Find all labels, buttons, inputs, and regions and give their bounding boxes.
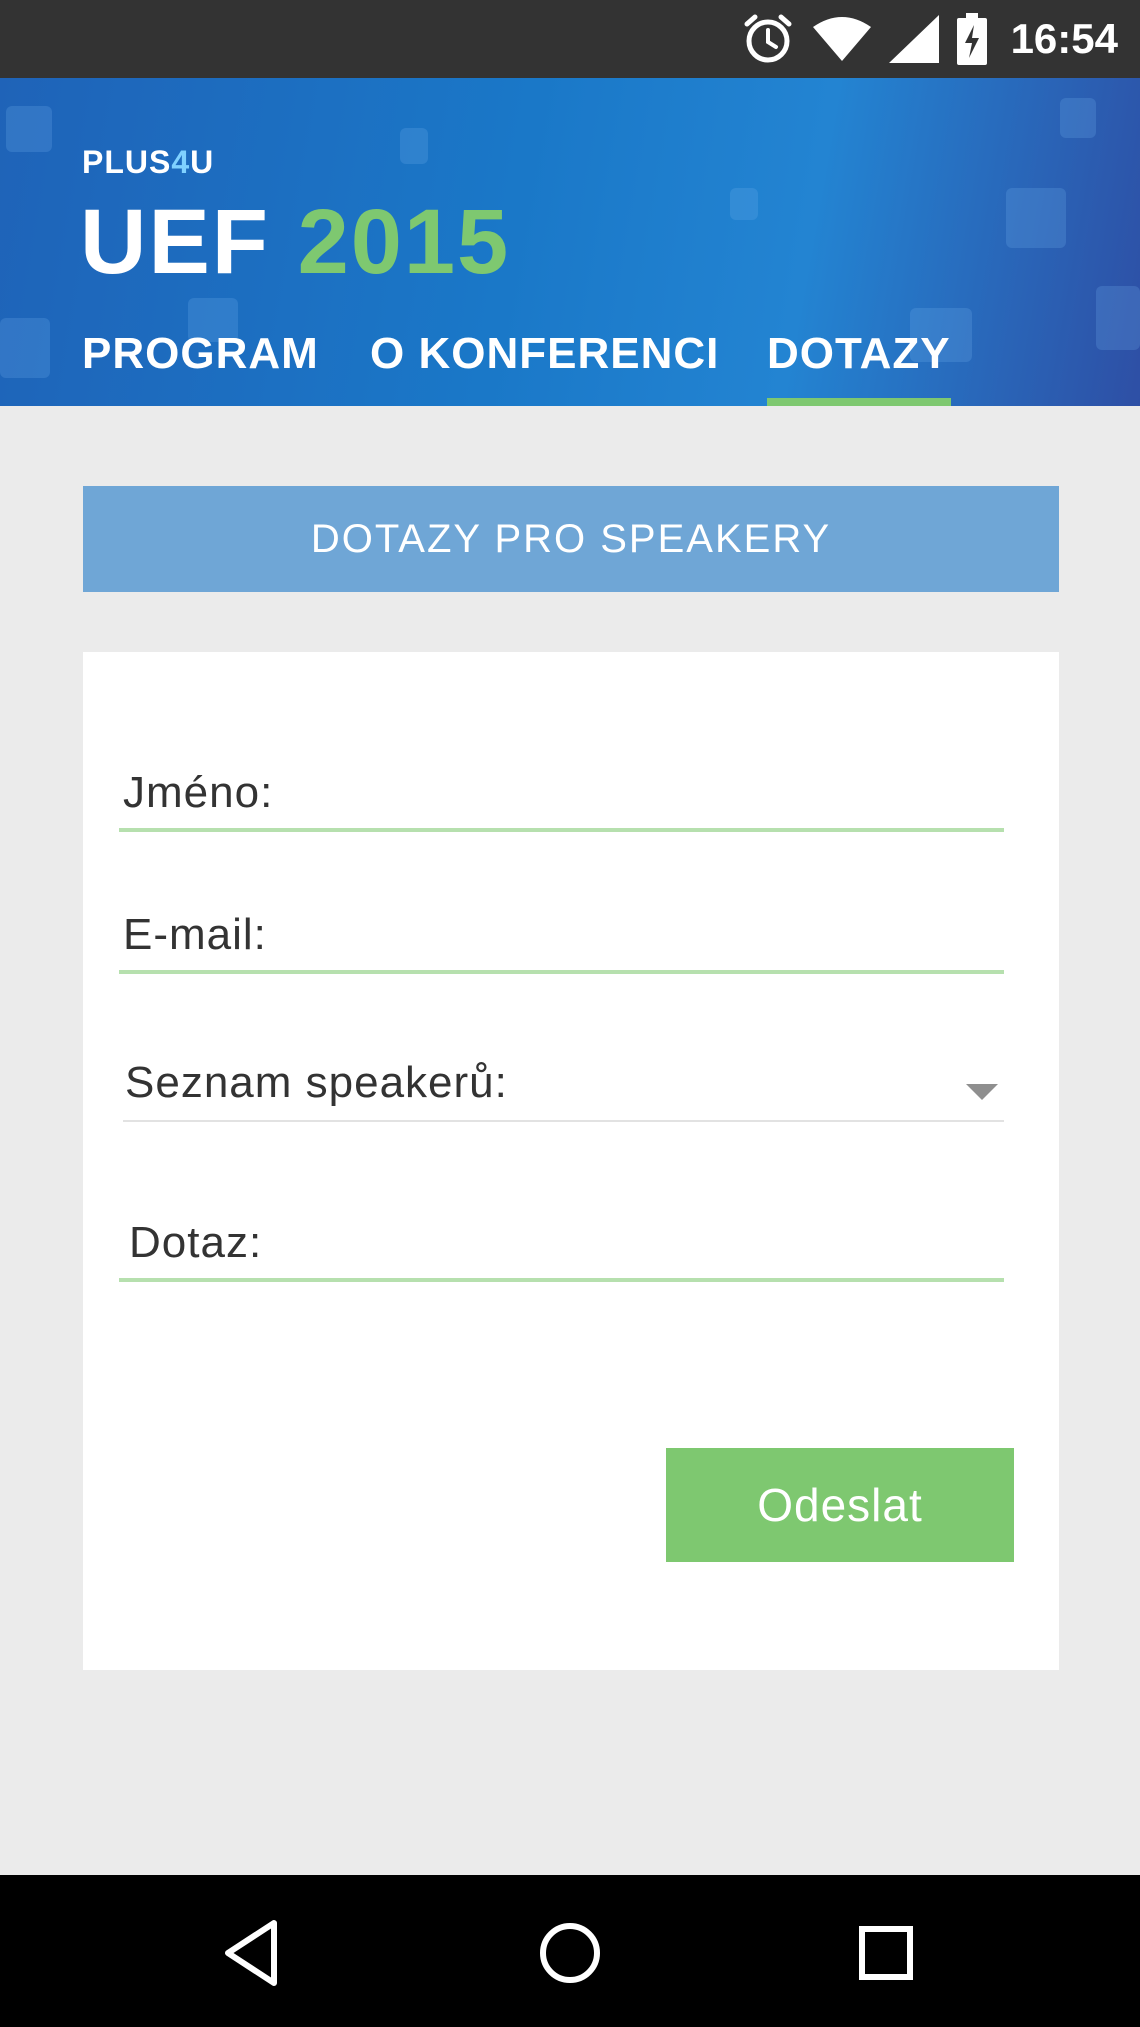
brand-logo: PLUS4U [82, 144, 215, 180]
tab-dotazy[interactable]: DOTAZY [767, 310, 951, 406]
tab-o-konferenci[interactable]: O KONFERENCI [370, 310, 719, 406]
home-icon[interactable] [530, 1913, 610, 1993]
name-field[interactable]: Jméno: [119, 758, 1004, 832]
signal-icon [888, 15, 939, 63]
email-input[interactable] [440, 912, 1004, 964]
tab-program[interactable]: PROGRAM [82, 310, 319, 406]
wifi-icon [812, 15, 871, 63]
clock: 16:54 [1010, 15, 1118, 62]
battery-charging-icon [956, 13, 987, 65]
email-field[interactable]: E-mail: [119, 900, 1004, 974]
question-input[interactable] [440, 1220, 1004, 1272]
speakers-label: Seznam speakerů: [125, 1058, 508, 1107]
status-icons: 16:54 [741, 0, 1118, 78]
submit-button[interactable]: Odeslat [666, 1448, 1014, 1562]
dropdown-arrow-icon[interactable] [966, 1084, 998, 1100]
question-form: Jméno: E-mail: Seznam speakerů: Dotaz: O… [83, 652, 1059, 1670]
app-header: PLUS4U UEF 2015 PROGRAM O KONFERENCI DOT… [0, 78, 1140, 406]
app-title: UEF 2015 [80, 191, 511, 293]
question-field[interactable]: Dotaz: [119, 1208, 1004, 1282]
back-icon[interactable] [214, 1913, 294, 1993]
name-label: Jméno: [123, 768, 274, 817]
email-label: E-mail: [123, 910, 267, 959]
name-input[interactable] [440, 770, 1004, 822]
tab-bar: PROGRAM O KONFERENCI DOTAZY [0, 310, 1140, 406]
status-bar: 16:54 [0, 0, 1140, 78]
system-nav-bar [0, 1875, 1140, 2027]
recents-icon[interactable] [846, 1913, 926, 1993]
speakers-select[interactable]: Seznam speakerů: [123, 1040, 1004, 1122]
alarm-icon [741, 12, 795, 66]
section-title: DOTAZY PRO SPEAKERY [83, 486, 1059, 592]
question-label: Dotaz: [129, 1218, 263, 1267]
